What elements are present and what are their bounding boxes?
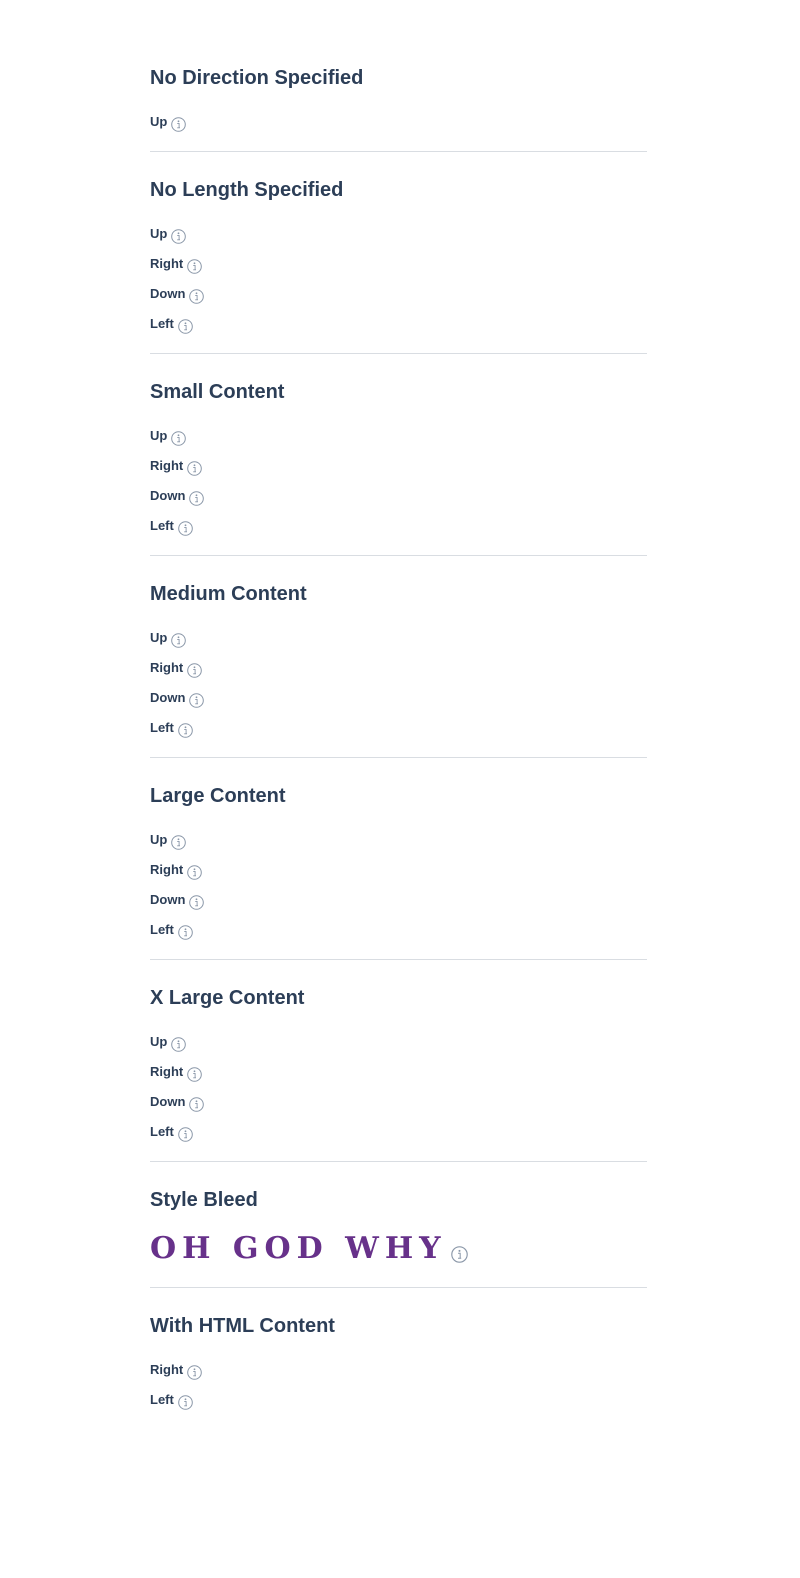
info-circle-icon[interactable] — [178, 925, 193, 940]
tooltip-item-label: Down — [150, 488, 186, 503]
info-circle-icon[interactable] — [178, 723, 193, 738]
info-circle-icon[interactable] — [187, 1365, 203, 1380]
section-title: Small Content — [150, 381, 285, 403]
style-bleed-label: OH GOD WHY — [150, 1231, 447, 1266]
info-circle-icon[interactable] — [189, 895, 205, 910]
info-circle-icon[interactable] — [187, 1067, 203, 1082]
info-circle-icon[interactable] — [187, 663, 203, 678]
tooltip-item-label: Down — [150, 286, 186, 301]
tooltip-item-up: Up — [150, 219, 647, 249]
info-circle-icon[interactable] — [187, 461, 203, 476]
tooltip-item-up: Up — [150, 421, 647, 451]
section-no-direction: No Direction Specified Up — [150, 65, 647, 152]
tooltip-item-left: Left — [150, 713, 647, 743]
tooltip-item-label: Right — [150, 458, 184, 473]
section-html-content: With HTML Content Right Left — [150, 1313, 647, 1429]
tooltip-item-down: Down — [150, 279, 647, 309]
section-title: With HTML Content — [150, 1315, 335, 1337]
tooltip-item-right: Right — [150, 451, 647, 481]
tooltip-item-right: Right — [150, 249, 647, 279]
tooltip-item-label: Right — [150, 1064, 184, 1079]
tooltip-item-label: Left — [150, 720, 174, 735]
section-title: Style Bleed — [150, 1189, 258, 1211]
info-circle-icon[interactable] — [171, 117, 187, 132]
tooltip-item-label: Left — [150, 316, 174, 331]
info-circle-icon[interactable] — [450, 1246, 468, 1263]
tooltip-item-label: Up — [150, 226, 168, 241]
tooltip-item-label: Right — [150, 660, 184, 675]
tooltip-item-style-bleed: OH GOD WHY — [150, 1229, 647, 1269]
tooltip-item-label: Up — [150, 630, 168, 645]
tooltip-item-label: Left — [150, 1392, 174, 1407]
tooltip-item-label: Down — [150, 690, 186, 705]
tooltip-item-left: Left — [150, 511, 647, 541]
info-circle-icon[interactable] — [189, 289, 205, 304]
tooltip-item-label: Left — [150, 1124, 174, 1139]
tooltip-item-up: Up — [150, 1027, 647, 1057]
info-circle-icon[interactable] — [189, 491, 205, 506]
info-circle-icon[interactable] — [171, 431, 187, 446]
tooltip-item-down: Down — [150, 683, 647, 713]
info-circle-icon[interactable] — [171, 633, 187, 648]
section-title: No Length Specified — [150, 179, 344, 201]
tooltip-item-label: Down — [150, 1094, 186, 1109]
tooltip-item-label: Up — [150, 1034, 168, 1049]
tooltip-item-label: Up — [150, 832, 168, 847]
tooltip-item-down: Down — [150, 885, 647, 915]
info-circle-icon[interactable] — [178, 521, 193, 536]
tooltip-item-left: Left — [150, 1117, 647, 1147]
info-circle-icon[interactable] — [178, 319, 193, 334]
info-circle-icon[interactable] — [187, 865, 203, 880]
section-large-content: Large Content Up Right Down Left — [150, 783, 647, 960]
tooltip-item-right: Right — [150, 1355, 647, 1385]
tooltip-item-label: Right — [150, 862, 184, 877]
section-no-length: No Length Specified Up Right Down Left — [150, 177, 647, 354]
tooltip-item-label: Up — [150, 114, 168, 129]
tooltip-item-label: Up — [150, 428, 168, 443]
section-style-bleed: Style Bleed OH GOD WHY — [150, 1187, 647, 1288]
section-title: X Large Content — [150, 987, 305, 1009]
tooltip-item-left: Left — [150, 915, 647, 945]
tooltip-item-label: Left — [150, 518, 174, 533]
section-title: No Direction Specified — [150, 67, 364, 89]
tooltip-item-up: Up — [150, 825, 647, 855]
tooltip-item-label: Down — [150, 892, 186, 907]
tooltip-item-right: Right — [150, 855, 647, 885]
tooltip-demo-page: No Direction Specified Up No Length Spec… — [150, 45, 647, 1454]
tooltip-item-left: Left — [150, 1385, 647, 1415]
info-circle-icon[interactable] — [187, 259, 203, 274]
info-circle-icon[interactable] — [178, 1395, 193, 1410]
section-medium-content: Medium Content Up Right Down Left — [150, 581, 647, 758]
info-circle-icon[interactable] — [189, 693, 205, 708]
info-circle-icon[interactable] — [189, 1097, 205, 1112]
section-title: Medium Content — [150, 583, 307, 605]
section-title: Large Content — [150, 785, 286, 807]
info-circle-icon[interactable] — [171, 1037, 187, 1052]
tooltip-item-left: Left — [150, 309, 647, 339]
tooltip-item-label: Right — [150, 256, 184, 271]
tooltip-item-right: Right — [150, 1057, 647, 1087]
section-x-large-content: X Large Content Up Right Down Left — [150, 985, 647, 1162]
tooltip-item-right: Right — [150, 653, 647, 683]
tooltip-item-up: Up — [150, 107, 647, 137]
tooltip-item-down: Down — [150, 1087, 647, 1117]
tooltip-item-label: Right — [150, 1362, 184, 1377]
section-small-content: Small Content Up Right Down Left — [150, 379, 647, 556]
info-circle-icon[interactable] — [171, 229, 187, 244]
info-circle-icon[interactable] — [171, 835, 187, 850]
tooltip-item-label: Left — [150, 922, 174, 937]
tooltip-item-down: Down — [150, 481, 647, 511]
info-circle-icon[interactable] — [178, 1127, 193, 1142]
tooltip-item-up: Up — [150, 623, 647, 653]
